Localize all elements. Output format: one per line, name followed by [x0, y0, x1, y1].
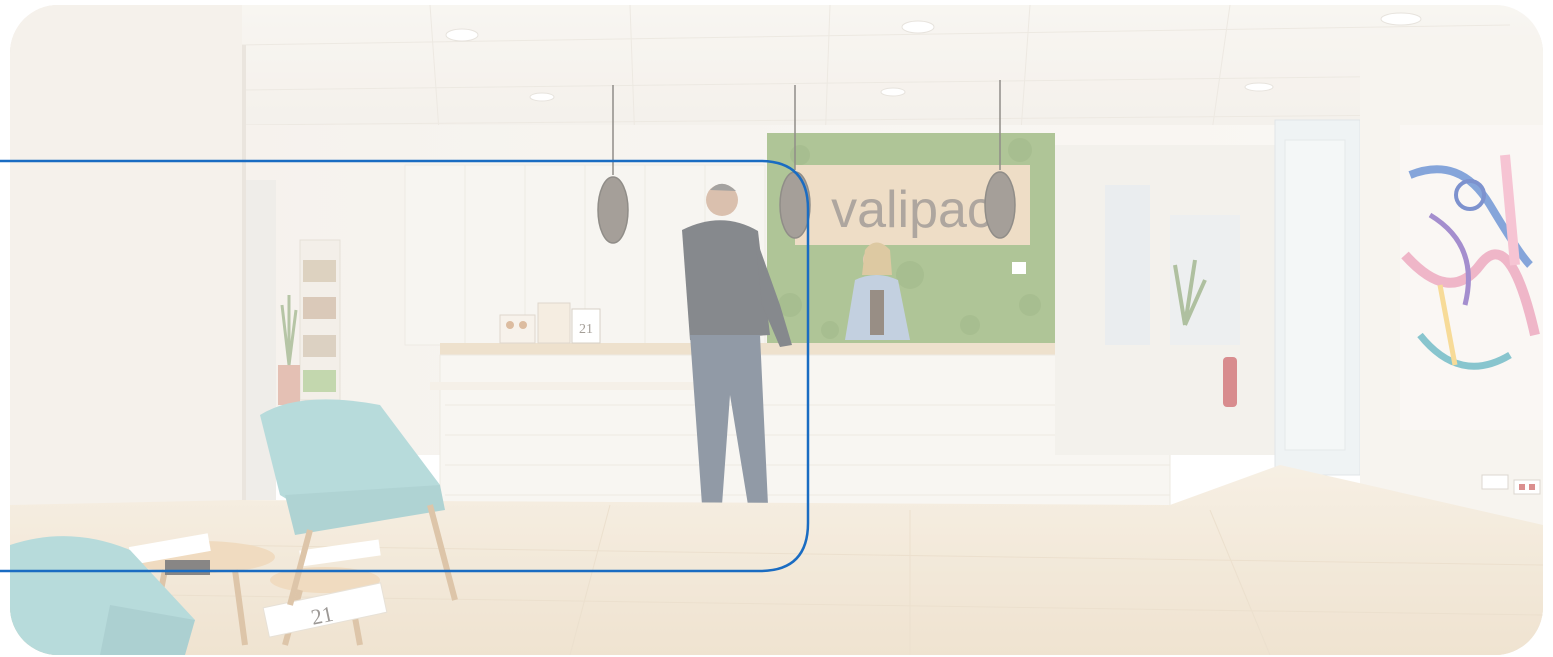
- reception-photo: valipac 21 21: [10, 5, 1543, 655]
- light-overlay: [10, 5, 1543, 655]
